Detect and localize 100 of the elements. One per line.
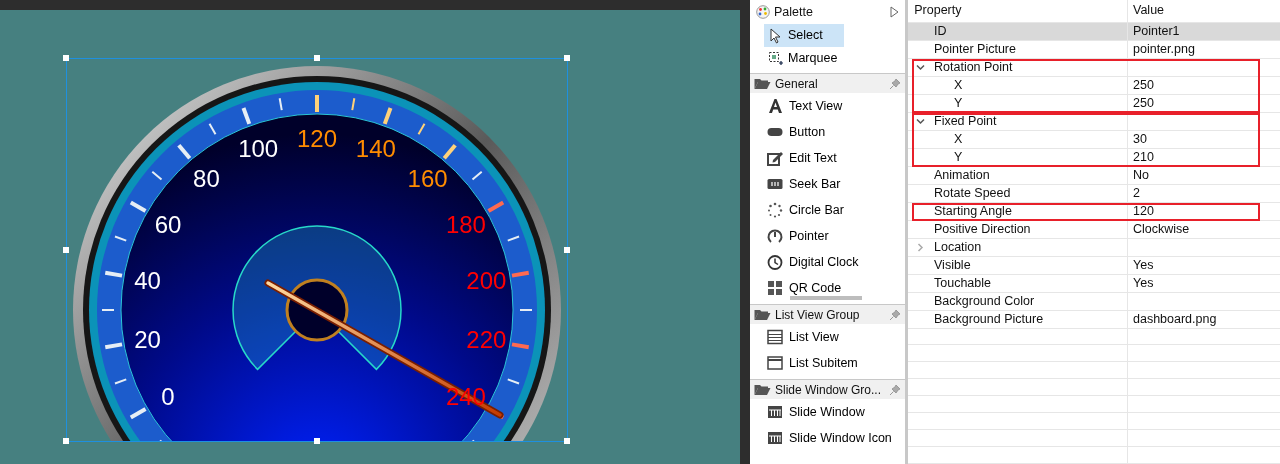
resize-handle[interactable]	[63, 438, 69, 444]
resize-handle[interactable]	[564, 438, 570, 444]
group-title: List View Group	[775, 306, 861, 324]
palette-item[interactable]: Digital Clock	[750, 249, 905, 275]
property-name: Animation	[934, 166, 990, 184]
folder-icon	[754, 308, 771, 321]
property-row[interactable]: Animation No	[908, 166, 1280, 185]
property-value: Pointer1	[1133, 23, 1180, 38]
property-value: Clockwise	[1133, 221, 1190, 236]
palette-tool[interactable]: Marquee	[764, 47, 844, 70]
property-row[interactable]: Positive Direction Clockwise	[908, 220, 1280, 239]
resize-handle[interactable]	[63, 247, 69, 253]
palette-icon	[756, 5, 770, 19]
edit-icon	[767, 150, 783, 166]
pin-icon	[889, 308, 901, 321]
column-header: Value	[1132, 2, 1166, 20]
column-header: Property	[914, 2, 962, 20]
resize-handle[interactable]	[314, 438, 320, 444]
palette-item[interactable]: Circle Bar	[750, 197, 905, 223]
property-name: Starting Angle	[934, 202, 1012, 220]
property-name: Touchable	[934, 274, 991, 292]
property-row[interactable]: X 30	[908, 130, 1280, 149]
property-name: Y	[954, 148, 963, 166]
property-row[interactable]: Y 250	[908, 94, 1280, 113]
palette-group-header[interactable]: General	[750, 73, 905, 93]
property-name: Background Picture	[934, 310, 1044, 328]
window-icon	[767, 355, 783, 371]
dial-number: 200	[466, 266, 507, 294]
slider-icon	[767, 176, 783, 192]
property-name: Positive Direction	[934, 220, 1031, 238]
palette-title: Palette	[774, 3, 813, 21]
grid-squares-icon	[767, 280, 783, 296]
dial-number: 40	[134, 266, 161, 294]
property-value: Yes	[1133, 275, 1154, 290]
property-row[interactable]: Background Picture dashboard.png	[908, 310, 1280, 329]
dial-number: 140	[355, 134, 396, 162]
dial-number: 0	[161, 382, 175, 410]
property-row[interactable]: X 250	[908, 76, 1280, 95]
property-value: 120	[1133, 203, 1154, 218]
group-title: Slide Window Gro...	[775, 381, 883, 399]
property-name: Rotate Speed	[934, 184, 1011, 202]
dial-number: 100	[238, 134, 279, 162]
property-value: 250	[1133, 77, 1154, 92]
expand-arrow-icon[interactable]	[889, 6, 899, 18]
property-name: Background Color	[934, 292, 1035, 310]
property-row[interactable]: Background Color	[908, 292, 1280, 311]
property-row[interactable]: Location	[908, 238, 1280, 257]
property-name: Visible	[934, 256, 971, 274]
marquee-icon	[768, 50, 784, 67]
palette-item[interactable]: Button	[750, 119, 905, 145]
property-value: 2	[1133, 185, 1140, 200]
property-name: Pointer Picture	[934, 40, 1016, 58]
property-value: 250	[1133, 95, 1154, 110]
property-name: Location	[934, 238, 982, 256]
group-title: General	[775, 75, 819, 93]
palette-group-header[interactable]: List View Group	[750, 304, 905, 324]
letter-a-icon	[767, 98, 783, 114]
palette-item[interactable]: Slide Window	[750, 399, 905, 425]
property-name: X	[954, 76, 963, 94]
property-row[interactable]: Pointer Picture pointer.png	[908, 40, 1280, 59]
list-icon	[767, 329, 783, 345]
folder-icon	[754, 77, 771, 90]
property-row[interactable]: Visible Yes	[908, 256, 1280, 275]
property-value: No	[1133, 167, 1149, 182]
property-value: Yes	[1133, 257, 1154, 272]
property-name: Y	[954, 94, 963, 112]
property-row[interactable]: Y 210	[908, 148, 1280, 167]
palette-item[interactable]: Pointer	[750, 223, 905, 249]
palette-item[interactable]: Edit Text	[750, 145, 905, 171]
palette-item[interactable]: Seek Bar	[750, 171, 905, 197]
resize-handle[interactable]	[564, 55, 570, 61]
gauge-icon	[767, 228, 783, 244]
chevron-right-icon[interactable]	[915, 241, 926, 253]
property-value: dashboard.png	[1133, 311, 1217, 326]
property-value: 30	[1133, 131, 1147, 146]
property-row[interactable]: Touchable Yes	[908, 274, 1280, 293]
property-row[interactable]: Rotation Point	[908, 58, 1280, 77]
property-name: X	[954, 130, 963, 148]
dial-number: 20	[134, 326, 161, 354]
palette-item[interactable]: Slide Window Icon	[750, 425, 905, 451]
property-row[interactable]: Fixed Point	[908, 112, 1280, 131]
grid-icon	[767, 430, 783, 446]
scroll-indicator[interactable]	[790, 296, 862, 300]
property-name: ID	[934, 22, 947, 40]
property-row[interactable]: Rotate Speed 2	[908, 184, 1280, 203]
resize-handle[interactable]	[63, 55, 69, 61]
palette-tool[interactable]: Select	[764, 24, 844, 47]
grid-icon	[767, 404, 783, 420]
property-value: pointer.png	[1133, 41, 1195, 56]
folder-icon	[754, 383, 771, 396]
palette-item[interactable]: List Subitem	[750, 350, 905, 376]
palette-item[interactable]: List View	[750, 324, 905, 350]
palette-item[interactable]: QR Code	[750, 275, 905, 301]
resize-handle[interactable]	[564, 247, 570, 253]
palette-group-header[interactable]: Slide Window Gro...	[750, 379, 905, 399]
dial-number: 60	[154, 210, 182, 238]
dial-number: 220	[466, 326, 507, 354]
resize-handle[interactable]	[314, 55, 320, 61]
palette-item[interactable]: Text View	[750, 93, 905, 119]
property-row[interactable]: Starting Angle 120	[908, 202, 1280, 221]
